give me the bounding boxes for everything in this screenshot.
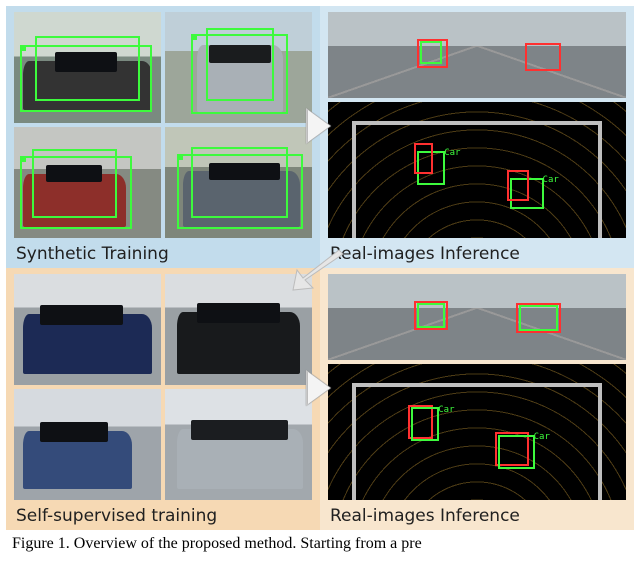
inference-stack: Car Car — [328, 274, 626, 500]
det-box-icon — [507, 170, 529, 201]
det-box-icon — [414, 143, 433, 174]
real-grid — [14, 274, 312, 500]
det-label: Car — [444, 148, 460, 158]
street-image — [328, 12, 626, 98]
self-supervised-panel: Self-supervised training — [6, 268, 320, 530]
street-image — [328, 274, 626, 360]
synthetic-thumb — [14, 12, 161, 123]
lidar-frame-icon — [352, 383, 602, 500]
bbox-3d-icon — [35, 36, 141, 100]
synthetic-training-panel: Synthetic Training — [6, 6, 320, 268]
det-box-icon — [498, 435, 535, 469]
det-box-icon — [525, 43, 562, 71]
panel-label-synthetic: Synthetic Training — [14, 238, 312, 266]
bbox-3d-icon — [206, 28, 274, 101]
real-inference-panel-top: Car Car Real-images Inference — [320, 6, 634, 268]
real-inference-panel-bottom: Car Car Real-images Inference — [320, 268, 634, 530]
figure-1: Synthetic Training Car — [0, 0, 640, 560]
arrow-right-icon — [308, 372, 330, 404]
det-box-icon — [411, 407, 439, 441]
det-box-icon — [417, 303, 445, 328]
synthetic-thumb — [165, 127, 312, 238]
panel-label-real-top: Real-images Inference — [328, 238, 626, 266]
real-thumb — [14, 389, 161, 500]
det-box-icon — [420, 41, 442, 64]
real-thumb — [165, 389, 312, 500]
caption-prefix: Figure 1. — [12, 535, 70, 552]
arrow-down-left-icon — [285, 248, 355, 298]
real-thumb — [14, 274, 161, 385]
panel-label-real-bottom: Real-images Inference — [328, 500, 626, 528]
bbox-3d-icon — [191, 147, 288, 218]
det-box-icon — [519, 305, 559, 331]
bottom-row: Self-supervised training — [6, 268, 634, 530]
arrow-right-icon — [308, 110, 330, 142]
lidar-view: Car Car — [328, 364, 626, 500]
lidar-frame-icon — [352, 121, 602, 238]
synthetic-thumb — [14, 127, 161, 238]
top-row: Synthetic Training Car — [6, 6, 634, 268]
synthetic-grid — [14, 12, 312, 238]
inference-stack: Car Car — [328, 12, 626, 238]
bbox-3d-icon — [32, 149, 117, 218]
det-label: Car — [438, 405, 454, 415]
lidar-view: Car Car — [328, 102, 626, 238]
caption-text: Overview of the proposed method. Startin… — [74, 535, 422, 552]
synthetic-thumb — [165, 12, 312, 123]
det-label: Car — [543, 175, 559, 185]
figure-caption: Figure 1. Overview of the proposed metho… — [6, 530, 634, 554]
panel-label-selfsup: Self-supervised training — [14, 500, 312, 528]
det-label: Car — [534, 432, 550, 442]
